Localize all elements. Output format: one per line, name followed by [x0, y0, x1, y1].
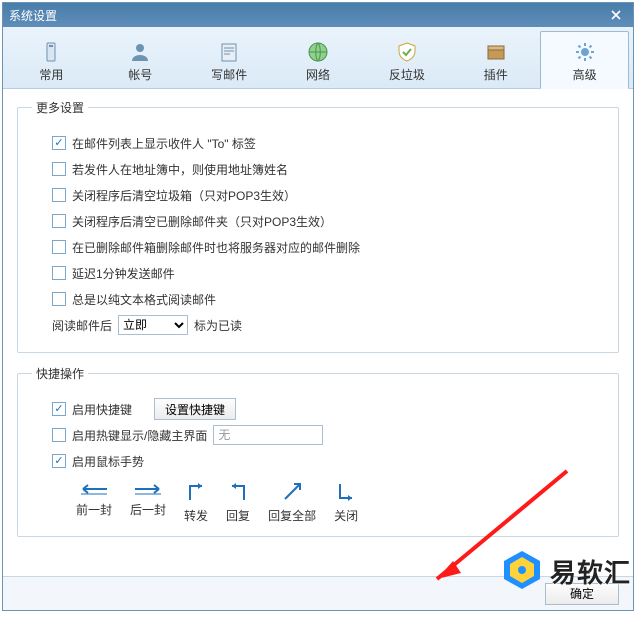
- tab-account[interactable]: 帐号: [96, 31, 185, 88]
- tab-label: 反垃圾: [389, 66, 425, 83]
- arrow-left-icon: [77, 480, 111, 498]
- opt-empty-deleted: 关闭程序后清空已删除邮件夹（只对POP3生效）: [52, 210, 604, 232]
- tab-label: 常用: [39, 66, 63, 83]
- titlebar: 系统设置: [3, 3, 633, 27]
- opt-use-ab-name: 若发件人在地址簿中，则使用地址簿姓名: [52, 158, 604, 180]
- tab-label: 网络: [306, 66, 330, 83]
- gesture-diag-icon: [280, 480, 304, 504]
- checkbox-plain-text[interactable]: [52, 292, 66, 306]
- network-icon: [306, 40, 330, 64]
- checkbox-del-server[interactable]: [52, 240, 66, 254]
- general-icon: [39, 40, 63, 64]
- tab-advanced[interactable]: 高级: [540, 31, 629, 89]
- checkbox-empty-deleted[interactable]: [52, 214, 66, 228]
- gesture-forward: 转发: [184, 480, 208, 524]
- opt-label: 启用鼠标手势: [72, 453, 144, 470]
- gesture-label: 回复全部: [268, 507, 316, 524]
- checkbox-delay-send[interactable]: [52, 266, 66, 280]
- fieldset-more: 更多设置 在邮件列表上显示收件人 "To" 标签 若发件人在地址簿中，则使用地址…: [17, 99, 619, 353]
- gesture-list: 前一封 后一封 转发: [76, 480, 604, 524]
- ok-button[interactable]: 确定: [545, 583, 619, 605]
- opt-plain-text: 总是以纯文本格式阅读邮件: [52, 288, 604, 310]
- set-shortcut-button[interactable]: 设置快捷键: [154, 398, 236, 420]
- checkbox-hotkey-toggle[interactable]: [52, 428, 66, 442]
- advanced-icon: [573, 40, 597, 64]
- content-area: 更多设置 在邮件列表上显示收件人 "To" 标签 若发件人在地址簿中，则使用地址…: [3, 89, 633, 576]
- opt-delay-send: 延迟1分钟发送邮件: [52, 262, 604, 284]
- opt-enable-gesture: 启用鼠标手势: [52, 450, 604, 472]
- opt-label: 启用快捷键: [72, 401, 132, 418]
- compose-icon: [217, 40, 241, 64]
- mark-read-prefix: 阅读邮件后: [52, 317, 112, 334]
- legend-shortcuts: 快捷操作: [32, 365, 88, 382]
- gesture-next: 后一封: [130, 480, 166, 524]
- footer: 确定: [3, 576, 633, 610]
- antispam-icon: [395, 40, 419, 64]
- gesture-label: 前一封: [76, 501, 112, 518]
- tab-label: 高级: [573, 66, 597, 83]
- gesture-up-right-icon: [184, 480, 208, 504]
- opt-label: 在已删除邮件箱删除邮件时也将服务器对应的邮件删除: [72, 239, 360, 256]
- opt-label: 总是以纯文本格式阅读邮件: [72, 291, 216, 308]
- tab-general[interactable]: 常用: [7, 31, 96, 88]
- gesture-label: 关闭: [334, 507, 358, 524]
- gesture-label: 回复: [226, 507, 250, 524]
- account-icon: [128, 40, 152, 64]
- checkbox-enable-gesture[interactable]: [52, 454, 66, 468]
- opt-mark-read: 阅读邮件后 立即 标为已读: [52, 314, 604, 336]
- tab-antispam[interactable]: 反垃圾: [362, 31, 451, 88]
- gesture-reply: 回复: [226, 480, 250, 524]
- gesture-label: 后一封: [130, 501, 166, 518]
- opt-label: 在邮件列表上显示收件人 "To" 标签: [72, 135, 256, 152]
- tab-network[interactable]: 网络: [274, 31, 363, 88]
- window-title: 系统设置: [9, 7, 57, 24]
- tab-bar: 常用 帐号 写邮件 网络 反垃圾: [3, 27, 633, 89]
- fieldset-shortcuts: 快捷操作 启用快捷键 设置快捷键 启用热键显示/隐藏主界面 启用鼠标手势: [17, 365, 619, 537]
- opt-label: 关闭程序后清空已删除邮件夹（只对POP3生效）: [72, 213, 332, 230]
- gesture-reply-all: 回复全部: [268, 480, 316, 524]
- opt-enable-shortcut: 启用快捷键 设置快捷键: [52, 398, 604, 420]
- checkbox-show-to[interactable]: [52, 136, 66, 150]
- opt-label: 若发件人在地址簿中，则使用地址簿姓名: [72, 161, 288, 178]
- opt-hotkey-toggle: 启用热键显示/隐藏主界面: [52, 424, 604, 446]
- settings-window: 系统设置 常用 帐号 写邮件 网络: [2, 2, 634, 611]
- gesture-prev: 前一封: [76, 480, 112, 524]
- tab-compose[interactable]: 写邮件: [185, 31, 274, 88]
- arrow-right-icon: [131, 480, 165, 498]
- opt-empty-trash: 关闭程序后清空垃圾箱（只对POP3生效）: [52, 184, 604, 206]
- tab-plugins[interactable]: 插件: [451, 31, 540, 88]
- opt-label: 关闭程序后清空垃圾箱（只对POP3生效）: [72, 187, 296, 204]
- mark-read-suffix: 标为已读: [194, 317, 242, 334]
- opt-label: 延迟1分钟发送邮件: [72, 265, 175, 282]
- opt-del-server: 在已删除邮件箱删除邮件时也将服务器对应的邮件删除: [52, 236, 604, 258]
- gesture-down-right-icon: [334, 480, 358, 504]
- tab-label: 写邮件: [211, 66, 247, 83]
- checkbox-use-ab-name[interactable]: [52, 162, 66, 176]
- hotkey-input[interactable]: [213, 425, 323, 445]
- tab-label: 插件: [484, 66, 508, 83]
- opt-label: 启用热键显示/隐藏主界面: [72, 427, 207, 444]
- mark-read-select[interactable]: 立即: [118, 315, 188, 335]
- close-icon[interactable]: [605, 6, 627, 24]
- tab-label: 帐号: [128, 66, 152, 83]
- opt-show-to: 在邮件列表上显示收件人 "To" 标签: [52, 132, 604, 154]
- checkbox-empty-trash[interactable]: [52, 188, 66, 202]
- gesture-label: 转发: [184, 507, 208, 524]
- checkbox-enable-shortcut[interactable]: [52, 402, 66, 416]
- legend-more: 更多设置: [32, 99, 88, 116]
- plugin-icon: [484, 40, 508, 64]
- gesture-close: 关闭: [334, 480, 358, 524]
- gesture-up-left-icon: [226, 480, 250, 504]
